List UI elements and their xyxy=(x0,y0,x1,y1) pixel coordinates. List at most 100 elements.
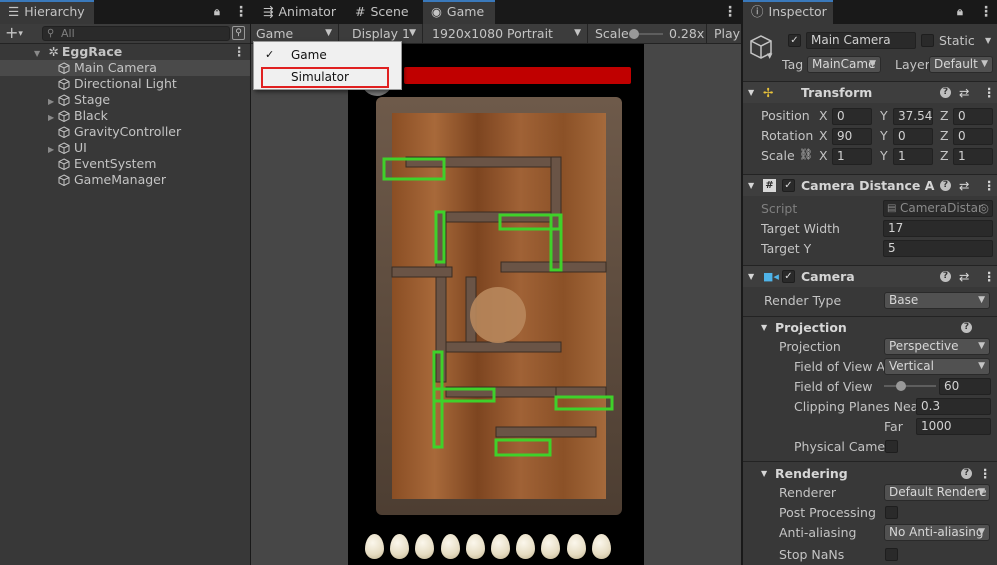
fov-slider-track[interactable] xyxy=(884,385,936,387)
physical-camera-checkbox[interactable] xyxy=(885,440,898,453)
fov-field[interactable]: 60 xyxy=(939,378,991,395)
animator-icon: ⇶ xyxy=(263,4,274,19)
tab-inspector[interactable]: ⓘ Inspector xyxy=(743,0,833,24)
rotation-y-field[interactable]: 0 xyxy=(893,128,933,145)
rotation-x-field[interactable]: 90 xyxy=(832,128,872,145)
layer-dropdown[interactable]: Default ▼ xyxy=(929,56,993,73)
menu-item-game[interactable]: ✓ Game xyxy=(254,45,401,65)
active-checkbox[interactable]: ✓ xyxy=(788,34,801,47)
transform-header[interactable]: ▼ ✢ Transform ? ⇄ ⋮ xyxy=(743,81,997,103)
position-y-field[interactable]: 37.54 xyxy=(893,108,933,125)
axis-x-label: X xyxy=(819,128,828,143)
tag-dropdown[interactable]: MainCame ▼ xyxy=(807,56,881,73)
foldout-arrow-icon[interactable]: ▼ xyxy=(761,318,767,338)
gamepad-icon: ◉ xyxy=(431,4,442,19)
hierarchy-item[interactable]: GameManager xyxy=(0,172,250,188)
render-type-dropdown[interactable]: Base ▼ xyxy=(884,292,990,309)
more-options-icon[interactable]: ⋮ xyxy=(233,44,246,60)
projection-section-header[interactable]: ▼ Projection ? xyxy=(743,318,997,338)
projection-dropdown[interactable]: Perspective ▼ xyxy=(884,338,990,355)
hierarchy-item[interactable]: Directional Light xyxy=(0,76,250,92)
hierarchy-item[interactable]: ▶ UI xyxy=(0,140,250,156)
hierarchy-item-label: Black xyxy=(74,108,108,123)
search-icon: ⚲ xyxy=(47,28,55,39)
add-icon[interactable]: +▾ xyxy=(5,24,23,43)
scale-control[interactable]: Scale 0.28x xyxy=(590,24,707,43)
tab-scene[interactable]: # Scene xyxy=(347,0,417,24)
more-options-icon[interactable]: ⋮ xyxy=(979,464,992,484)
post-processing-checkbox[interactable] xyxy=(885,506,898,519)
rotation-z-field[interactable]: 0 xyxy=(953,128,993,145)
foldout-arrow-icon[interactable]: ▼ xyxy=(748,175,754,196)
help-icon[interactable]: ? xyxy=(940,180,951,191)
fov-slider-knob[interactable] xyxy=(896,381,907,391)
camera-header[interactable]: ▼ ■◂ ✓ Camera ? ⇄ ⋮ xyxy=(743,265,997,287)
more-options-icon[interactable]: ⋮ xyxy=(983,82,996,103)
near-field[interactable]: 0.3 xyxy=(916,398,991,415)
chevron-down-icon[interactable]: ▼ xyxy=(767,52,772,60)
search-options-icon[interactable]: ⚲ xyxy=(232,26,245,40)
help-icon[interactable]: ? xyxy=(961,468,972,479)
link-icon[interactable]: ⛓ xyxy=(799,148,813,161)
more-options-icon[interactable]: ⋮ xyxy=(723,0,737,24)
enabled-checkbox[interactable]: ✓ xyxy=(782,179,795,192)
chevron-down-icon: ▼ xyxy=(981,59,988,69)
more-options-icon[interactable]: ⋮ xyxy=(234,0,248,24)
egg-icon xyxy=(491,534,510,559)
axis-z-label: Z xyxy=(940,128,949,143)
target-y-field[interactable]: 5 xyxy=(883,240,993,257)
hierarchy-item[interactable]: EventSystem xyxy=(0,156,250,172)
presets-icon[interactable]: ⇄ xyxy=(959,82,969,103)
enabled-checkbox[interactable]: ✓ xyxy=(782,270,795,283)
play-focus-toggle[interactable]: Play xyxy=(709,24,741,43)
scale-y-field[interactable]: 1 xyxy=(893,148,933,165)
more-options-icon[interactable]: ⋮ xyxy=(983,266,996,287)
hierarchy-item-label: GameManager xyxy=(74,172,167,187)
foldout-arrow-icon[interactable]: ▼ xyxy=(748,82,754,103)
tab-animator[interactable]: ⇶ Animator xyxy=(255,0,344,24)
hierarchy-item[interactable]: Main Camera xyxy=(0,60,250,76)
rendering-section-header[interactable]: ▼ Rendering ? ⋮ xyxy=(743,464,997,484)
camera-distance-header[interactable]: ▼ # ✓ Camera Distance Adju ? ⇄ ⋮ xyxy=(743,174,997,196)
help-icon[interactable]: ? xyxy=(961,322,972,333)
egg-icon xyxy=(365,534,384,559)
hierarchy-item[interactable]: ▶ Black xyxy=(0,108,250,124)
help-icon[interactable]: ? xyxy=(940,271,951,282)
far-field[interactable]: 1000 xyxy=(916,418,991,435)
lock-icon[interactable]: 🔒︎ xyxy=(214,0,220,24)
position-z-field[interactable]: 0 xyxy=(953,108,993,125)
object-name-field[interactable]: Main Camera xyxy=(806,32,916,49)
presets-icon[interactable]: ⇄ xyxy=(959,175,969,196)
resolution-dropdown[interactable]: 1920x1080 Portrait ▼ xyxy=(427,24,588,43)
help-icon[interactable]: ? xyxy=(940,87,951,98)
tab-game[interactable]: ◉ Game xyxy=(423,0,495,24)
gameobject-icon xyxy=(58,174,70,186)
hierarchy-item[interactable]: GravityController xyxy=(0,124,250,140)
lock-icon[interactable]: 🔒︎ xyxy=(957,0,963,24)
static-checkbox[interactable] xyxy=(921,34,934,47)
scene-root[interactable]: ▼ ✲ EggRace ⋮ xyxy=(0,44,250,60)
stop-nans-checkbox[interactable] xyxy=(885,548,898,561)
clipping-planes-label: Clipping Planes Near xyxy=(794,399,924,414)
foldout-arrow-icon[interactable]: ▼ xyxy=(748,266,754,287)
fov-axis-dropdown[interactable]: Vertical ▼ xyxy=(884,358,990,375)
chevron-down-icon[interactable]: ▼ xyxy=(985,36,991,45)
hierarchy-item[interactable]: ▶ Stage xyxy=(0,92,250,108)
tab-hierarchy[interactable]: ☰ Hierarchy xyxy=(0,0,94,24)
presets-icon[interactable]: ⇄ xyxy=(959,266,969,287)
anti-aliasing-dropdown[interactable]: No Anti-aliasing ▼ xyxy=(884,524,990,541)
position-x-field[interactable]: 0 xyxy=(832,108,872,125)
search-input[interactable]: ⚲ All xyxy=(42,26,230,41)
scale-x-field[interactable]: 1 xyxy=(832,148,872,165)
more-options-icon[interactable]: ⋮ xyxy=(983,175,996,196)
renderer-dropdown[interactable]: Default Rendere ▼ xyxy=(884,484,990,501)
target-width-field[interactable]: 17 xyxy=(883,220,993,237)
scale-z-field[interactable]: 1 xyxy=(953,148,993,165)
axis-z-label: Z xyxy=(940,148,949,163)
scale-slider-knob[interactable] xyxy=(629,29,640,39)
target-icon[interactable]: ◎ xyxy=(979,201,989,216)
more-options-icon[interactable]: ⋮ xyxy=(979,0,993,24)
hierarchy-toolbar: +▾ ⚲ All ⚲ xyxy=(0,24,250,44)
foldout-arrow-icon[interactable]: ▼ xyxy=(761,464,767,484)
script-label: Script xyxy=(761,201,798,216)
